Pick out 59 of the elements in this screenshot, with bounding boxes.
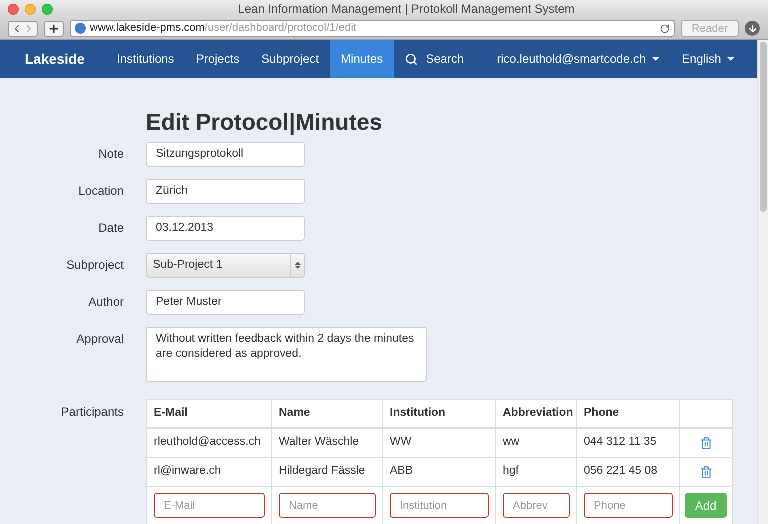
column-header: Abbreviation (503, 406, 574, 421)
caret-icon (652, 57, 660, 61)
table-cell-text: rleuthold@access.ch (154, 435, 261, 450)
table-cell-text: hgf (503, 464, 519, 480)
caret-icon (727, 57, 736, 61)
textarea-field[interactable]: Without written feedback within 2 days the minutes are considered as approved. (146, 327, 427, 382)
input-field[interactable]: Phone (584, 493, 673, 518)
table-cell-text: Walter Wäschle (279, 435, 360, 450)
nav-link[interactable]: Subproject (250, 40, 330, 78)
page-heading: Edit Protocol|Minutes (146, 108, 384, 136)
close-icon[interactable] (8, 4, 19, 14)
trash-icon[interactable] (700, 436, 712, 450)
field-label: Approval (76, 331, 124, 348)
url-text: www.lakeside-pms.com/user/dashboard/protocol/1/edit (90, 21, 357, 36)
minimize-icon[interactable] (25, 4, 36, 14)
select-field[interactable]: Sub-Project 1 (146, 253, 305, 278)
table-cell-text: ABB (390, 464, 414, 480)
field-label: Date (98, 220, 124, 237)
dropdown-link[interactable]: English (682, 50, 736, 68)
input-field[interactable]: Name (279, 493, 376, 518)
download-icon[interactable] (745, 21, 760, 36)
table-cell-text: 044 312 11 35 (584, 435, 657, 450)
nav-link[interactable]: Projects (185, 40, 251, 78)
input-field[interactable]: Abbrev (503, 493, 570, 518)
table-cell-text: 056 221 45 08 (584, 464, 658, 480)
reload-icon[interactable] (660, 24, 670, 34)
field-label: Note (98, 146, 124, 163)
window-title: Lean Information Management | Protokoll Management System (238, 1, 575, 18)
table-cell-text: Hildegard Fässle (279, 464, 366, 480)
input-field[interactable]: E-Mail (154, 493, 265, 518)
table-cell-text: rl@inware.ch (154, 464, 222, 480)
search-link[interactable]: Search (394, 40, 476, 78)
brand-link[interactable]: Lakeside (25, 48, 85, 70)
column-header: Phone (584, 406, 620, 421)
column-header: E-Mail (154, 406, 188, 421)
text-field[interactable]: Zürich (146, 179, 305, 204)
plus-icon (48, 22, 60, 34)
text-field[interactable]: Peter Muster (146, 290, 305, 315)
column-header: Institution (390, 406, 446, 421)
column-header: Name (279, 406, 310, 421)
nav-link[interactable]: Minutes (330, 40, 394, 78)
field-label: Subproject (66, 257, 124, 274)
trash-icon[interactable] (700, 466, 712, 478)
field-label: Participants (60, 404, 124, 421)
zoom-icon[interactable] (42, 4, 53, 14)
table-cell-text: WW (390, 435, 412, 450)
text-field[interactable]: Sitzungsprotokoll (146, 142, 305, 167)
field-label: Author (88, 294, 124, 311)
text-field[interactable]: 03.12.2013 (146, 216, 305, 241)
globe-icon (75, 23, 86, 34)
search-icon (405, 52, 418, 66)
input-field[interactable]: Institution (390, 493, 489, 518)
new-tab-button[interactable] (44, 20, 64, 36)
table-cell-text: ww (503, 435, 520, 450)
field-label: Location (78, 183, 124, 200)
address-field[interactable]: www.lakeside-pms.com/user/dashboard/protocol/1/edit (70, 20, 675, 37)
dropdown-link[interactable]: rico.leuthold@smartcode.ch (497, 50, 660, 68)
back-forward-button[interactable] (8, 20, 38, 36)
nav-link[interactable]: Institutions (106, 40, 186, 78)
